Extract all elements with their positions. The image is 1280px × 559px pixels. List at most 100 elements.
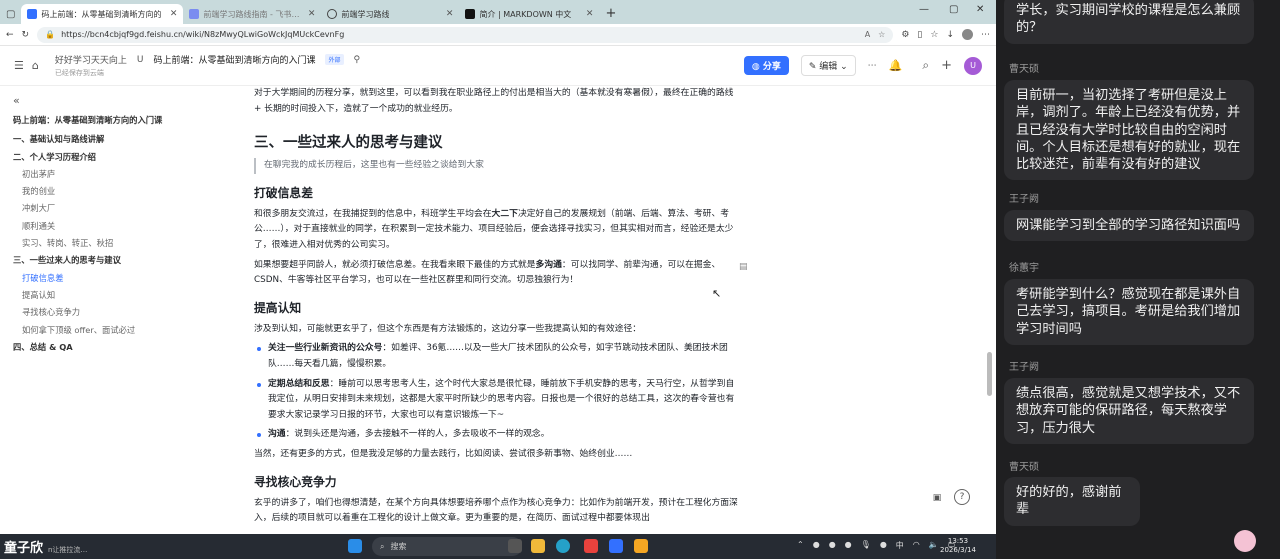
taskbar-search[interactable]: ⌕ 搜索 <box>372 537 522 556</box>
browser-tab-4[interactable]: 简介 | MARKDOWN 中文 ✕ <box>459 4 599 24</box>
comment-icon[interactable]: ▤ <box>739 262 748 272</box>
toc-item[interactable]: 码上前端：从零基础到清晰方向的入门课 <box>13 112 230 129</box>
close-window-icon[interactable]: ✕ <box>976 4 984 15</box>
chevron-up-icon[interactable]: ⌃ <box>797 540 804 551</box>
read-aloud-icon[interactable]: A <box>865 30 870 39</box>
tray-app-icon[interactable]: ● <box>845 540 852 551</box>
toc-item[interactable]: 实习、转岗、转正、秋招 <box>13 235 230 252</box>
browser-tab-1[interactable]: 码上前端：从零基础到清晰方向的 ✕ <box>21 4 184 24</box>
add-icon[interactable]: + <box>941 58 952 73</box>
feishu-favicon-icon <box>189 9 200 19</box>
chat-message: 学长，实习期间学校的课程是怎么兼顾的？ <box>1004 0 1254 44</box>
favorites-icon[interactable]: ☆ <box>930 30 938 40</box>
breadcrumb-item[interactable]: 好好学习天天向上 <box>55 53 127 66</box>
more-options-icon[interactable]: ⋯ <box>868 61 877 71</box>
markdown-favicon-icon <box>465 9 476 19</box>
chat-message: 考研能学到什么？感觉现在都是课外自己去学习，搞项目。考研是给我们增加学习时间吗 <box>1004 279 1254 345</box>
toc-item[interactable]: 寻找核心竞争力 <box>13 304 230 321</box>
tray-app-icon[interactable]: ● <box>829 540 836 551</box>
globe-icon <box>327 9 338 19</box>
list-item: 沟通：说到头还是沟通，多去接触不一样的人，多去吸收不一样的观念。 <box>254 427 739 443</box>
toc-item[interactable]: 顺利通关 <box>13 218 230 235</box>
chat-sender: 曹天硕 <box>1009 64 1039 75</box>
gift-icon[interactable] <box>1234 530 1256 552</box>
toc-list: 码上前端：从零基础到清晰方向的入门课 一、基础认知与路线讲解 二、个人学习历程介绍初… <box>13 112 230 356</box>
home-icon[interactable]: ⌂ <box>32 59 39 72</box>
wifi-icon[interactable]: ◠ <box>913 540 920 551</box>
file-explorer-icon[interactable] <box>531 539 545 553</box>
tray-app-icon[interactable]: ● <box>880 540 887 551</box>
toc-item[interactable]: 二、个人学习历程介绍 <box>13 149 230 166</box>
text-run: ：睡前可以思考思考人生，这个时代大家总是很忙碌，睡前放下手机安静的思考，天马行空… <box>268 378 735 420</box>
tab-actions-icon[interactable]: ▢ <box>6 9 15 20</box>
doc-directory-icon[interactable]: ▣ <box>929 490 945 506</box>
favorite-star-icon[interactable]: ☆ <box>878 30 885 39</box>
avatar[interactable]: U <box>964 56 982 75</box>
microphone-icon[interactable]: 🎙 <box>861 540 871 551</box>
browser-tab-2[interactable]: 前端学习路线指南 - 飞书云文档 ✕ <box>183 4 321 24</box>
toc-item[interactable]: 打破信息差 <box>13 270 230 287</box>
tab-label: 码上前端：从零基础到清晰方向的 <box>41 9 162 19</box>
browser-tab-3[interactable]: 前端学习路线 ✕ <box>321 4 459 24</box>
mouse-cursor-icon: ↖ <box>712 287 722 300</box>
chat-message: 网课能学习到全部的学习路径知识面吗 <box>1004 210 1254 242</box>
clock[interactable]: 13:53 2026/3/14 <box>940 537 976 555</box>
lock-icon: 🔒 <box>45 30 56 39</box>
close-icon[interactable]: ✕ <box>586 9 594 19</box>
feishu-favicon-icon <box>27 9 38 19</box>
bold-text: 多沟通 <box>535 259 562 270</box>
toc-item[interactable]: 如何拿下顶级 offer、面试必过 <box>13 322 230 339</box>
breadcrumb-item[interactable]: U <box>137 55 144 65</box>
sidebar-toggle-icon[interactable]: ☰ <box>14 59 24 72</box>
ime-indicator[interactable]: 中 <box>896 540 904 551</box>
toc-item[interactable]: 我的创业 <box>13 183 230 200</box>
chat-text: 目前研一，当初选择了考研但是没上岸，调剂了。年龄上已经没有优势，并且已经没有大学… <box>1016 88 1241 173</box>
edge-browser-icon[interactable] <box>556 539 570 553</box>
chat-text: 绩点很高，感觉就是又想学技术，又不想放弃可能的保研路径，每天熬夜学习，压力很大 <box>1016 386 1241 436</box>
edit-mode-button[interactable]: ✎ 编辑 ⌄ <box>800 55 856 76</box>
subsection-heading: 寻找核心竞争力 <box>254 474 337 489</box>
refresh-icon[interactable]: ↻ <box>22 30 30 40</box>
pin-icon[interactable]: ⚲ <box>354 55 361 65</box>
share-button[interactable]: ◍ 分享 <box>743 56 789 75</box>
extensions-icon[interactable]: ⚙ <box>901 30 909 40</box>
back-icon[interactable]: ← <box>6 30 14 40</box>
toc-item[interactable]: 三、一些过来人的思考与建议 <box>13 252 230 269</box>
maximize-icon[interactable]: ▢ <box>949 4 958 15</box>
new-tab-button[interactable]: + <box>605 6 616 21</box>
app-icon[interactable] <box>634 539 648 553</box>
close-icon[interactable]: ✕ <box>170 9 178 19</box>
close-icon[interactable]: ✕ <box>446 9 454 19</box>
collapse-toc-icon[interactable]: « <box>13 94 230 112</box>
volume-icon[interactable]: 🔈 <box>929 540 939 551</box>
subsection-heading: 提高认知 <box>254 300 302 315</box>
toc-item[interactable]: 冲刺大厂 <box>13 200 230 217</box>
windows-start-icon[interactable] <box>348 539 362 553</box>
scrollbar[interactable] <box>987 352 992 396</box>
download-icon[interactable]: ↓ <box>946 30 954 40</box>
toc-item[interactable]: 提高认知 <box>13 287 230 304</box>
live-chat-panel: 学长，实习期间学校的课程是怎么兼顾的？ 曹天硕 目前研一，当初选择了考研但是没上… <box>996 0 1280 559</box>
address-bar[interactable]: 🔒 https://bcn4cbjqf9gd.feishu.cn/wiki/N8… <box>37 26 894 43</box>
tab-bar: ▢ 码上前端：从零基础到清晰方向的 ✕ 前端学习路线指南 - 飞书云文档 ✕ 前… <box>0 0 996 24</box>
help-icon[interactable]: ? <box>954 489 970 505</box>
tray-app-icon[interactable]: ● <box>813 540 820 551</box>
more-icon[interactable]: ⋯ <box>981 30 990 40</box>
close-icon[interactable]: ✕ <box>308 9 316 19</box>
feishu-icon[interactable] <box>609 539 623 553</box>
search-icon[interactable]: ⌕ <box>922 58 929 73</box>
bullet-list: 关注一些行业新资讯的公众号：如差评、36氪……以及一些大厂技术团队的公众号，如字… <box>254 341 739 443</box>
wps-icon[interactable] <box>584 539 598 553</box>
notification-bell-icon[interactable]: 🔔 <box>889 59 903 72</box>
task-view-icon[interactable] <box>508 539 522 553</box>
chat-text: 网课能学习到全部的学习路径知识面吗 <box>1016 218 1241 233</box>
toc-item[interactable]: 一、基础认知与路线讲解 <box>13 131 230 148</box>
screen: ▢ 码上前端：从零基础到清晰方向的 ✕ 前端学习路线指南 - 飞书云文档 ✕ 前… <box>0 0 1280 559</box>
profile-icon[interactable] <box>962 29 973 40</box>
toc-item[interactable]: 初出茅庐 <box>13 166 230 183</box>
chat-text: 好的好的，感谢前辈 <box>1016 485 1122 518</box>
minimize-icon[interactable]: — <box>919 4 929 15</box>
toc-item[interactable]: 四、总结 & QA <box>13 339 230 356</box>
split-screen-icon[interactable]: ▯ <box>917 30 922 40</box>
breadcrumb: 好好学习天天向上 U 码上前端：从零基础到清晰方向的入门课 外部 ⚲ 已经保存到… <box>55 53 360 78</box>
